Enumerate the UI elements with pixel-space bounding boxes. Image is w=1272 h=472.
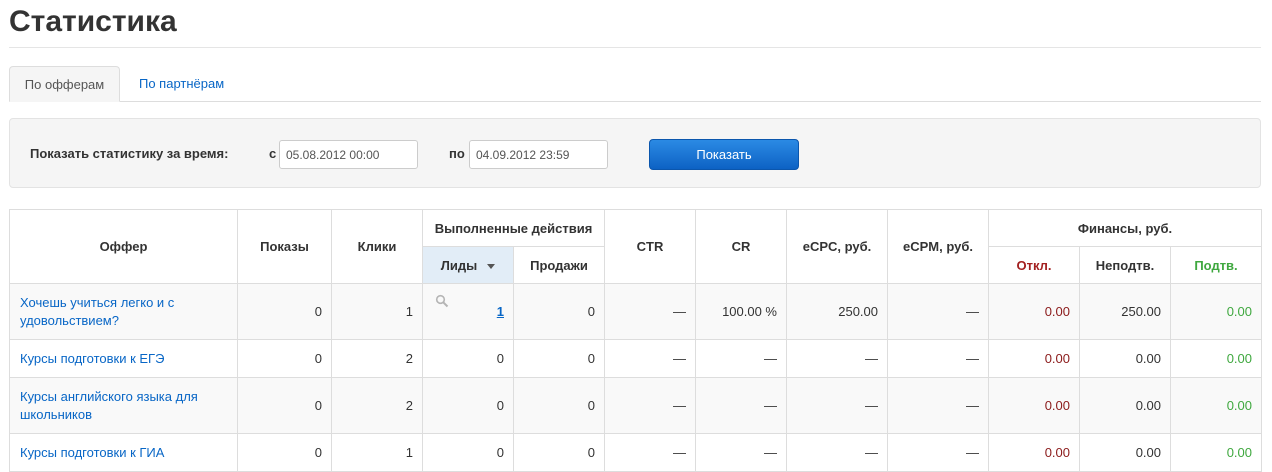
impressions-cell: 0 [237, 283, 332, 340]
confirmed-cell: 0.00 [1170, 283, 1262, 340]
declined-cell: 0.00 [988, 283, 1080, 340]
cr-cell: — [695, 339, 787, 378]
offer-link[interactable]: Хочешь учиться легко и с удовольствием? [20, 295, 174, 328]
col-clicks: Клики [331, 209, 423, 284]
declined-cell: 0.00 [988, 377, 1080, 434]
leads-cell: 0 [422, 433, 514, 472]
offer-cell: Курсы подготовки к ГИА [9, 433, 238, 472]
unconfirmed-cell: 250.00 [1079, 283, 1171, 340]
to-label: по [449, 146, 465, 161]
col-leads-label: Лиды [440, 257, 478, 273]
ecpm-cell: — [887, 433, 989, 472]
col-ctr: CTR [604, 209, 696, 284]
col-impressions: Показы [237, 209, 332, 284]
tab-by-offers[interactable]: По офферам [9, 66, 120, 102]
stats-table: Оффер Показы Клики Выполненные действия … [9, 209, 1262, 472]
col-ecpm: eCPM, руб. [887, 209, 989, 284]
clicks-cell: 1 [331, 283, 423, 340]
show-button[interactable]: Показать [649, 139, 799, 170]
date-from-input[interactable] [279, 140, 418, 169]
cr-cell: — [695, 377, 787, 434]
col-cr: CR [695, 209, 787, 284]
date-filter-panel: Показать статистику за время: с по Показ… [9, 118, 1261, 188]
ctr-cell: — [604, 377, 696, 434]
ctr-cell: — [604, 433, 696, 472]
ecpc-cell: — [786, 339, 888, 378]
clicks-cell: 2 [331, 377, 423, 434]
sales-cell: 0 [513, 433, 605, 472]
ecpc-cell: — [786, 433, 888, 472]
offer-cell: Хочешь учиться легко и с удовольствием? [9, 283, 238, 340]
tabs: По офферам По партнёрам [9, 66, 1261, 102]
page-title: Статистика [9, 5, 177, 38]
unconfirmed-cell: 0.00 [1079, 433, 1171, 472]
sort-down-icon [487, 263, 496, 269]
col-finance-group: Финансы, руб. [988, 209, 1262, 247]
ecpm-cell: — [887, 377, 989, 434]
col-sales: Продажи [513, 246, 605, 284]
search-icon[interactable] [435, 294, 449, 308]
title-divider [9, 47, 1261, 48]
table-row: Курсы подготовки к ГИА 0 1 0 0 — — — — 0… [9, 433, 1262, 472]
leads-link[interactable]: 1 [497, 304, 504, 319]
confirmed-cell: 0.00 [1170, 433, 1262, 472]
col-offer: Оффер [9, 209, 238, 284]
sales-cell: 0 [513, 339, 605, 378]
col-leads-sort[interactable]: Лиды [422, 246, 514, 284]
table-row: Курсы английского языка для школьников 0… [9, 377, 1262, 434]
offer-link[interactable]: Курсы английского языка для школьников [20, 389, 198, 422]
declined-cell: 0.00 [988, 433, 1080, 472]
ecpc-cell: 250.00 [786, 283, 888, 340]
col-unconfirmed: Неподтв. [1079, 246, 1171, 284]
col-actions-group: Выполненные действия [422, 209, 605, 247]
impressions-cell: 0 [237, 377, 332, 434]
offer-cell: Курсы подготовки к ЕГЭ [9, 339, 238, 378]
cr-cell: — [695, 433, 787, 472]
confirmed-cell: 0.00 [1170, 339, 1262, 378]
table-row: Курсы подготовки к ЕГЭ 0 2 0 0 — — — — 0… [9, 339, 1262, 378]
sales-cell: 0 [513, 283, 605, 340]
offer-link[interactable]: Курсы подготовки к ЕГЭ [20, 351, 164, 366]
sales-cell: 0 [513, 377, 605, 434]
offer-link[interactable]: Курсы подготовки к ГИА [20, 445, 164, 460]
impressions-cell: 0 [237, 339, 332, 378]
declined-cell: 0.00 [988, 339, 1080, 378]
clicks-cell: 1 [331, 433, 423, 472]
clicks-cell: 2 [331, 339, 423, 378]
from-label: с [269, 146, 277, 161]
leads-cell: 0 [422, 377, 514, 434]
ctr-cell: — [604, 339, 696, 378]
leads-cell: 0 [422, 339, 514, 378]
ecpc-cell: — [786, 377, 888, 434]
date-to-input[interactable] [469, 140, 608, 169]
filter-label: Показать статистику за время: [30, 146, 229, 161]
unconfirmed-cell: 0.00 [1079, 377, 1171, 434]
ctr-cell: — [604, 283, 696, 340]
impressions-cell: 0 [237, 433, 332, 472]
cr-cell: 100.00 % [695, 283, 787, 340]
tab-by-partners[interactable]: По партнёрам [139, 66, 224, 101]
table-row: Хочешь учиться легко и с удовольствием? … [9, 283, 1262, 340]
offer-cell: Курсы английского языка для школьников [9, 377, 238, 434]
confirmed-cell: 0.00 [1170, 377, 1262, 434]
col-confirmed: Подтв. [1170, 246, 1262, 284]
ecpm-cell: — [887, 339, 989, 378]
leads-cell: 1 [422, 283, 514, 340]
ecpm-cell: — [887, 283, 989, 340]
col-ecpc: eCPC, руб. [786, 209, 888, 284]
unconfirmed-cell: 0.00 [1079, 339, 1171, 378]
col-declined: Откл. [988, 246, 1080, 284]
